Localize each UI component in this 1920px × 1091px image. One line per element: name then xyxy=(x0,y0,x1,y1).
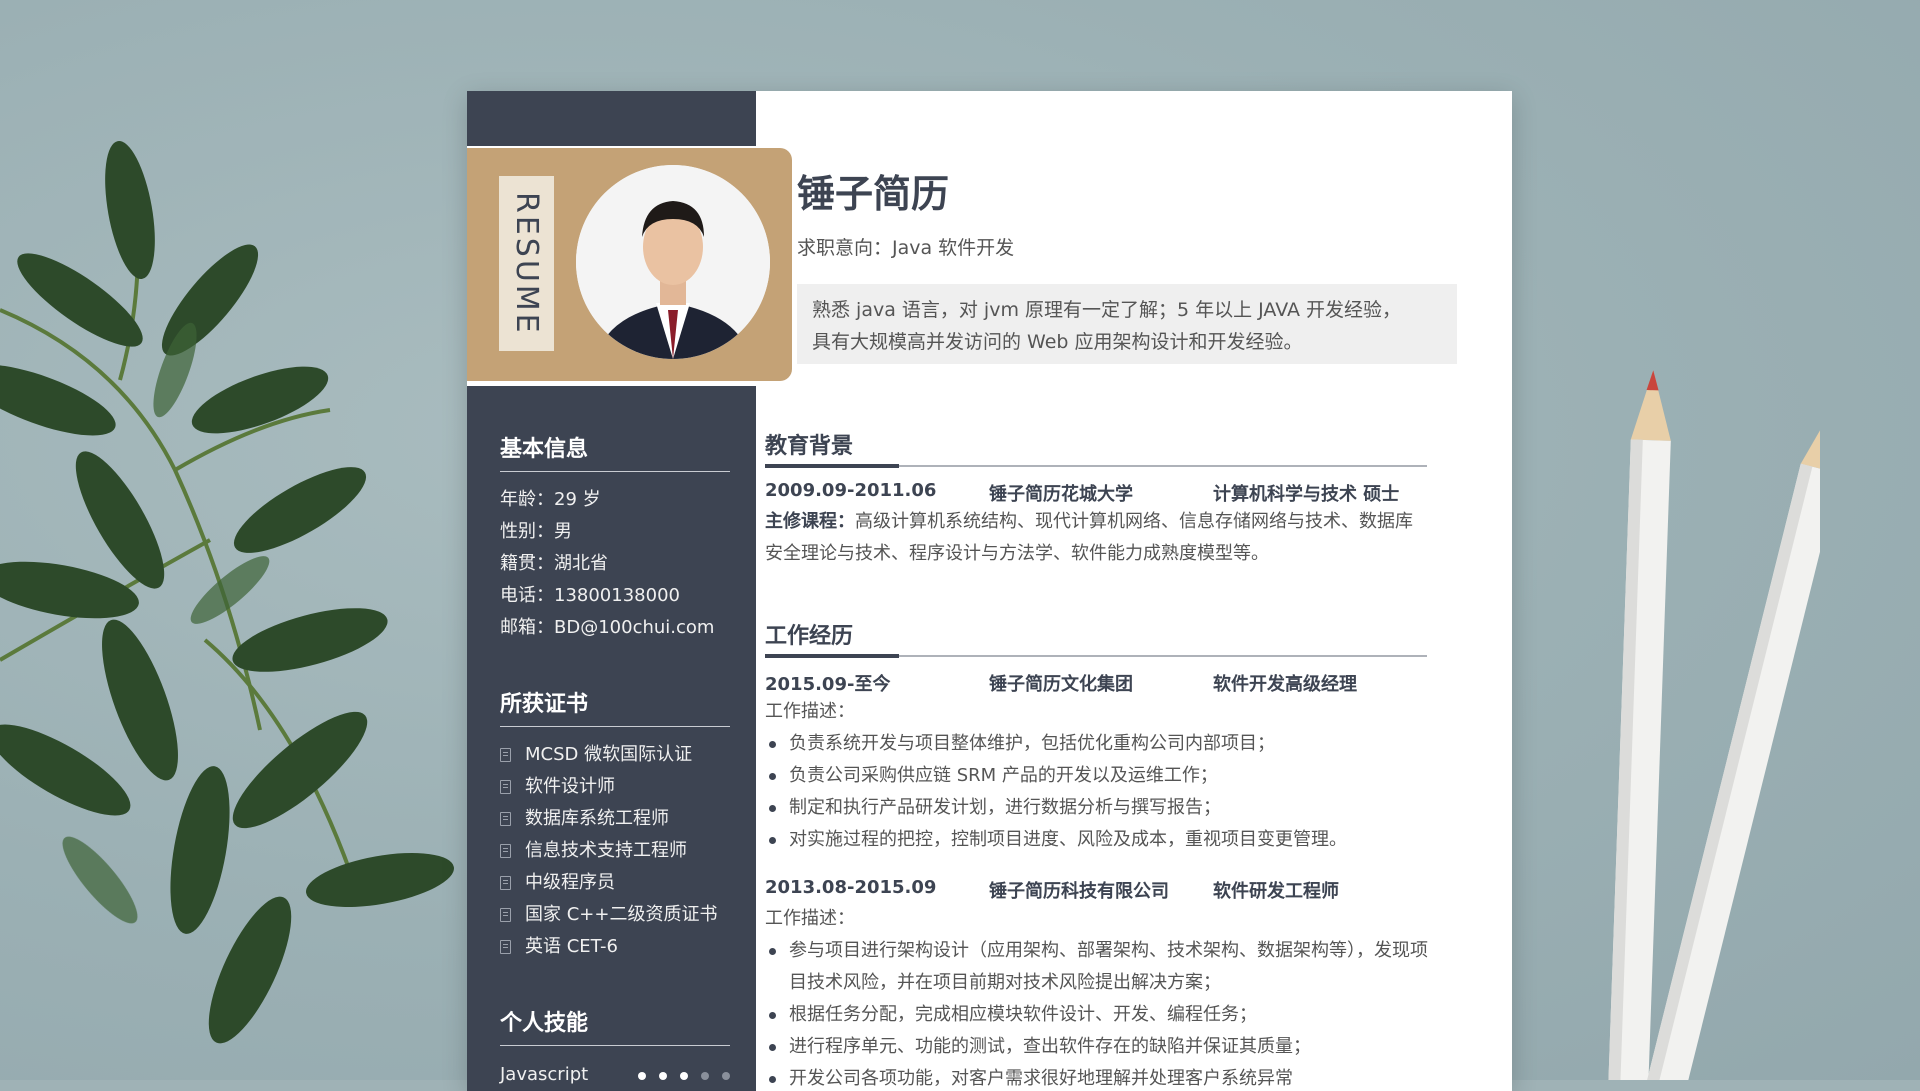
document-icon xyxy=(500,940,511,954)
skill-dot xyxy=(722,1071,730,1080)
resume-paper: RESUME 基本信息 年龄：29 岁 性别：男 籍贯：湖北省 电话：13800… xyxy=(467,91,1512,1091)
info-gender: 性别：男 xyxy=(500,521,572,542)
skill-dot xyxy=(638,1071,646,1080)
list-item: 负责系统开发与项目整体维护，包括优化重构公司内部项目； xyxy=(765,728,1435,760)
resume-tag-text: RESUME xyxy=(509,191,544,336)
info-email: 邮箱：BD@100chui.com xyxy=(500,617,715,638)
list-item: 对实施过程的把控，控制项目进度、风险及成本，重视项目变更管理。 xyxy=(765,824,1435,856)
education-heading: 教育背景 xyxy=(765,428,1427,468)
job-title: 软件研发工程师 xyxy=(1213,881,1339,902)
job-bullets: 参与项目进行架构设计（应用架构、部署架构、技术架构、数据架构等），发现项目技术风… xyxy=(765,935,1435,1091)
education-courses: 主修课程：高级计算机系统结构、现代计算机网络、信息存储网络与技术、数据库 安全理… xyxy=(765,511,1413,564)
info-phone: 电话：13800138000 xyxy=(500,585,680,606)
job-bullets: 负责系统开发与项目整体维护，包括优化重构公司内部项目； 负责公司采购供应链 SR… xyxy=(765,728,1435,856)
cert-item: 软件设计师 xyxy=(500,771,730,803)
job-intent: 求职意向：Java 软件开发 xyxy=(797,237,1015,259)
certs-heading: 所获证书 xyxy=(500,686,730,727)
info-age: 年龄：29 岁 xyxy=(500,489,601,510)
job-company: 锤子简历文化集团 xyxy=(989,674,1133,695)
basic-info-heading: 基本信息 xyxy=(500,431,730,472)
job-period: 2013.08-2015.09 xyxy=(765,877,937,898)
job-desc-label: 工作描述： xyxy=(765,908,855,929)
summary-line: 熟悉 java 语言，对 jvm 原理有一定了解；5 年以上 JAVA 开发经验… xyxy=(812,299,1402,321)
info-hometown: 籍贯：湖北省 xyxy=(500,553,608,574)
education-period: 2009.09-2011.06 xyxy=(765,480,937,501)
courses-label: 主修课程： xyxy=(765,511,855,532)
skill-dot xyxy=(680,1071,688,1080)
summary-line: 具有大规模高并发访问的 Web 应用架构设计和开发经验。 xyxy=(812,331,1303,353)
job-row: 2015.09-至今 锤子简历文化集团 软件开发高级经理 xyxy=(765,670,1357,696)
plant-decoration xyxy=(0,140,454,1044)
summary-box: 熟悉 java 语言，对 jvm 原理有一定了解；5 年以上 JAVA 开发经验… xyxy=(797,284,1457,364)
cert-item: 信息技术支持工程师 xyxy=(500,835,730,867)
list-item: 进行程序单元、功能的测试，查出软件存在的缺陷并保证其质量； xyxy=(765,1031,1435,1063)
list-item: 制定和执行产品研发计划，进行数据分析与撰写报告； xyxy=(765,792,1435,824)
skill-row: Javascript xyxy=(500,1058,730,1090)
skill-label: Javascript xyxy=(500,1063,589,1085)
work-heading: 工作经历 xyxy=(765,618,1427,658)
person-avatar-icon xyxy=(576,165,770,359)
skill-level-dots xyxy=(625,1064,730,1085)
education-major: 计算机科学与技术 硕士 xyxy=(1213,484,1400,505)
cert-item: 国家 C++二级资质证书 xyxy=(500,899,730,931)
skill-dot xyxy=(659,1071,667,1080)
document-icon xyxy=(500,876,511,890)
job-desc-label: 工作描述： xyxy=(765,701,855,722)
education-school: 锤子简历花城大学 xyxy=(989,484,1133,505)
document-icon xyxy=(500,780,511,794)
skill-dot xyxy=(701,1071,709,1080)
cert-item: 中级程序员 xyxy=(500,867,730,899)
cert-item: 英语 CET-6 xyxy=(500,931,730,963)
document-icon xyxy=(500,748,511,762)
document-icon xyxy=(500,844,511,858)
document-icon xyxy=(500,812,511,826)
sidebar-content: 基本信息 年龄：29 岁 性别：男 籍贯：湖北省 电话：13800138000 … xyxy=(500,431,730,1090)
cert-item: 数据库系统工程师 xyxy=(500,803,730,835)
job-title: 软件开发高级经理 xyxy=(1213,674,1357,695)
education-row: 2009.09-2011.06 锤子简历花城大学 计算机科学与技术 硕士 xyxy=(765,480,1399,506)
candidate-name: 锤子简历 xyxy=(797,172,950,216)
list-item: 参与项目进行架构设计（应用架构、部署架构、技术架构、数据架构等），发现项目技术风… xyxy=(765,935,1435,999)
pencils-decoration xyxy=(1607,370,1820,1080)
job-company: 锤子简历科技有限公司 xyxy=(989,881,1169,902)
skills-heading: 个人技能 xyxy=(500,1005,730,1046)
job-period: 2015.09-至今 xyxy=(765,674,891,695)
list-item: 根据任务分配，完成相应模块软件设计、开发、编程任务； xyxy=(765,999,1435,1031)
job-row: 2013.08-2015.09 锤子简历科技有限公司 软件研发工程师 xyxy=(765,877,1339,903)
profile-photo xyxy=(576,165,770,359)
document-icon xyxy=(500,908,511,922)
cert-item: MCSD 微软国际认证 xyxy=(500,739,730,771)
list-item: 负责公司采购供应链 SRM 产品的开发以及运维工作； xyxy=(765,760,1435,792)
resume-tag: RESUME xyxy=(499,176,554,351)
list-item: 开发公司各项功能，对客户需求很好地理解并处理客户系统异常 xyxy=(765,1063,1435,1091)
